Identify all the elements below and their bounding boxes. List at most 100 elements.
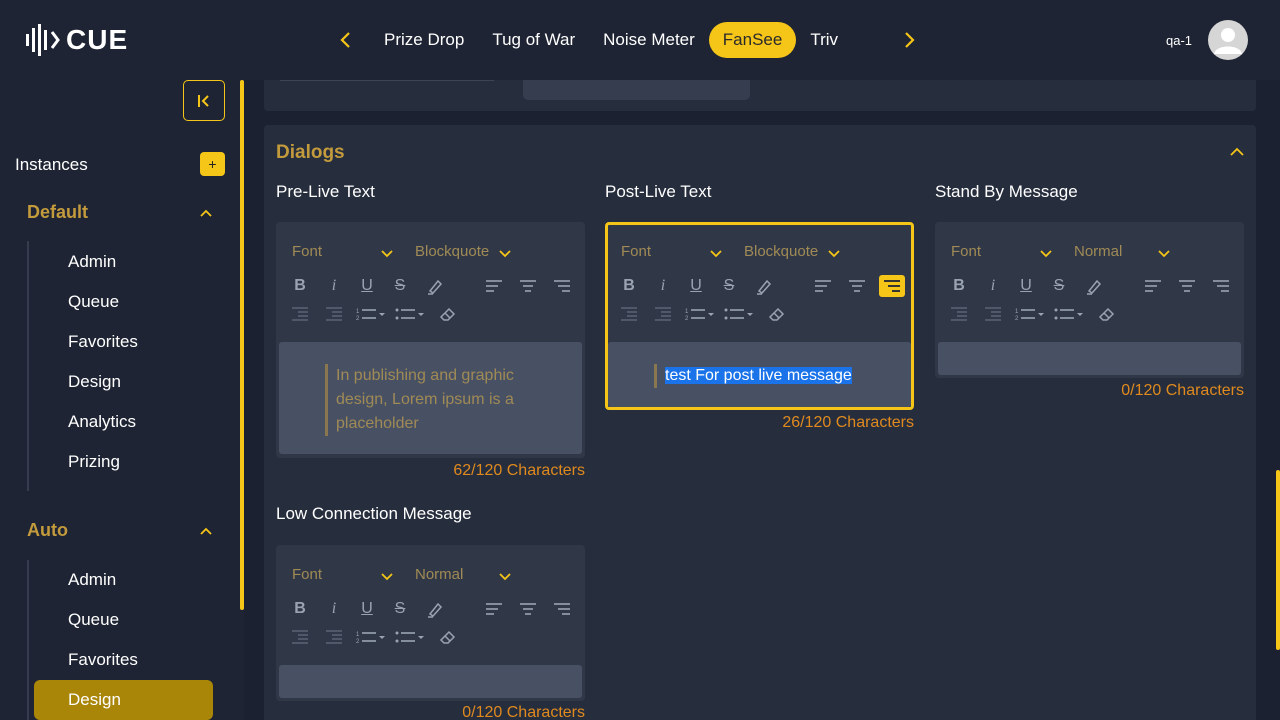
underline-icon[interactable]: U (357, 599, 377, 619)
italic-icon[interactable]: i (653, 276, 673, 296)
align-center-icon[interactable] (518, 599, 538, 619)
bullet-list-icon[interactable] (395, 627, 425, 647)
block-style-select[interactable]: Normal (415, 566, 463, 583)
clear-format-icon[interactable] (1097, 304, 1117, 324)
sidebar-item-auto-admin[interactable]: Admin (34, 560, 213, 600)
chevron-down-icon[interactable] (380, 569, 394, 583)
sidebar-item-default-admin[interactable]: Admin (34, 242, 213, 282)
highlight-icon[interactable] (425, 599, 445, 619)
align-center-icon[interactable] (1177, 276, 1197, 296)
highlight-icon[interactable] (425, 276, 445, 296)
ordered-list-icon[interactable]: 12 (1015, 304, 1045, 324)
tabs-prev-button[interactable] (334, 28, 358, 52)
indent-icon[interactable] (324, 304, 344, 324)
avatar[interactable] (1208, 20, 1248, 60)
chevron-down-icon[interactable] (380, 246, 394, 260)
group-title-auto[interactable]: Auto (27, 520, 68, 541)
indent-icon[interactable] (324, 627, 344, 647)
underline-icon[interactable]: U (686, 276, 706, 296)
align-right-icon[interactable] (552, 276, 572, 296)
align-right-icon[interactable] (1211, 276, 1231, 296)
clear-format-icon[interactable] (438, 304, 458, 324)
group-title-default[interactable]: Default (27, 202, 88, 223)
sidebar-item-auto-favorites[interactable]: Favorites (34, 640, 213, 680)
block-style-select[interactable]: Blockquote (415, 243, 489, 260)
add-instance-button[interactable]: + (200, 152, 225, 176)
strikethrough-icon[interactable]: S (1049, 276, 1069, 296)
highlight-icon[interactable] (754, 276, 774, 296)
outdent-icon[interactable] (290, 627, 310, 647)
align-left-icon[interactable] (484, 599, 504, 619)
editor-content-area[interactable] (938, 342, 1241, 375)
chevron-up-icon[interactable] (198, 523, 214, 539)
tab-noise-meter[interactable]: Noise Meter (589, 22, 709, 58)
main-scrollbar[interactable] (1276, 470, 1280, 650)
font-select[interactable]: Font (621, 243, 651, 260)
strikethrough-icon[interactable]: S (390, 599, 410, 619)
sidebar-item-default-favorites[interactable]: Favorites (34, 322, 213, 362)
bullet-list-icon[interactable] (724, 304, 754, 324)
sidebar-item-default-queue[interactable]: Queue (34, 282, 213, 322)
italic-icon[interactable]: i (324, 599, 344, 619)
bold-icon[interactable]: B (290, 276, 310, 296)
tab-prize-drop[interactable]: Prize Drop (370, 22, 478, 58)
sidebar-item-default-prizing[interactable]: Prizing (34, 442, 213, 482)
indent-icon[interactable] (653, 304, 673, 324)
tabs-next-button[interactable] (897, 28, 921, 52)
ordered-list-icon[interactable]: 12 (356, 304, 386, 324)
chevron-down-icon[interactable] (1157, 246, 1171, 260)
align-left-icon[interactable] (1143, 276, 1163, 296)
align-left-icon[interactable] (813, 276, 833, 296)
ordered-list-icon[interactable]: 12 (685, 304, 715, 324)
indent-icon[interactable] (983, 304, 1003, 324)
font-select[interactable]: Font (951, 243, 981, 260)
underline-icon[interactable]: U (1016, 276, 1036, 296)
sidebar-item-default-design[interactable]: Design (34, 362, 213, 402)
font-select[interactable]: Font (292, 243, 322, 260)
clear-format-icon[interactable] (767, 304, 787, 324)
align-right-icon[interactable] (879, 275, 905, 297)
outdent-icon[interactable] (949, 304, 969, 324)
bold-icon[interactable]: B (619, 276, 639, 296)
collapse-sidebar-button[interactable] (183, 80, 225, 121)
chevron-down-icon[interactable] (827, 246, 841, 260)
chevron-down-icon[interactable] (709, 246, 723, 260)
editor-content-area[interactable] (279, 665, 582, 698)
tab-trivia[interactable]: Triv (796, 22, 852, 58)
chevron-down-icon[interactable] (1039, 246, 1053, 260)
sidebar-item-auto-queue[interactable]: Queue (34, 600, 213, 640)
font-select[interactable]: Font (292, 566, 322, 583)
align-center-icon[interactable] (518, 276, 538, 296)
tab-tug-of-war[interactable]: Tug of War (478, 22, 589, 58)
underline-icon[interactable]: U (357, 276, 377, 296)
italic-icon[interactable]: i (983, 276, 1003, 296)
block-style-select[interactable]: Normal (1074, 243, 1122, 260)
bullet-list-icon[interactable] (1054, 304, 1084, 324)
chevron-down-icon[interactable] (498, 569, 512, 583)
bullet-list-icon[interactable] (395, 304, 425, 324)
tab-fansee[interactable]: FanSee (708, 22, 797, 58)
align-right-icon[interactable] (552, 599, 572, 619)
align-left-icon[interactable] (484, 276, 504, 296)
ordered-list-icon[interactable]: 12 (356, 627, 386, 647)
editor-content-area[interactable]: In publishing and graphic design, Lorem … (279, 342, 582, 454)
strikethrough-icon[interactable]: S (719, 276, 739, 296)
sidebar-item-auto-design[interactable]: Design (34, 680, 213, 720)
align-center-icon[interactable] (847, 276, 867, 296)
previous-section-field[interactable] (523, 80, 750, 100)
italic-icon[interactable]: i (324, 276, 344, 296)
chevron-up-icon[interactable] (1228, 143, 1246, 161)
clear-format-icon[interactable] (438, 627, 458, 647)
bold-icon[interactable]: B (949, 276, 969, 296)
chevron-down-icon[interactable] (498, 246, 512, 260)
editor-content-area[interactable]: test For post live message (608, 342, 911, 407)
highlight-icon[interactable] (1084, 276, 1104, 296)
outdent-icon[interactable] (619, 304, 639, 324)
strikethrough-icon[interactable]: S (390, 276, 410, 296)
block-style-select[interactable]: Blockquote (744, 243, 818, 260)
outdent-icon[interactable] (290, 304, 310, 324)
chevron-up-icon[interactable] (198, 205, 214, 221)
bold-icon[interactable]: B (290, 599, 310, 619)
sidebar-item-default-analytics[interactable]: Analytics (34, 402, 213, 442)
logo[interactable]: CUE (24, 22, 128, 58)
